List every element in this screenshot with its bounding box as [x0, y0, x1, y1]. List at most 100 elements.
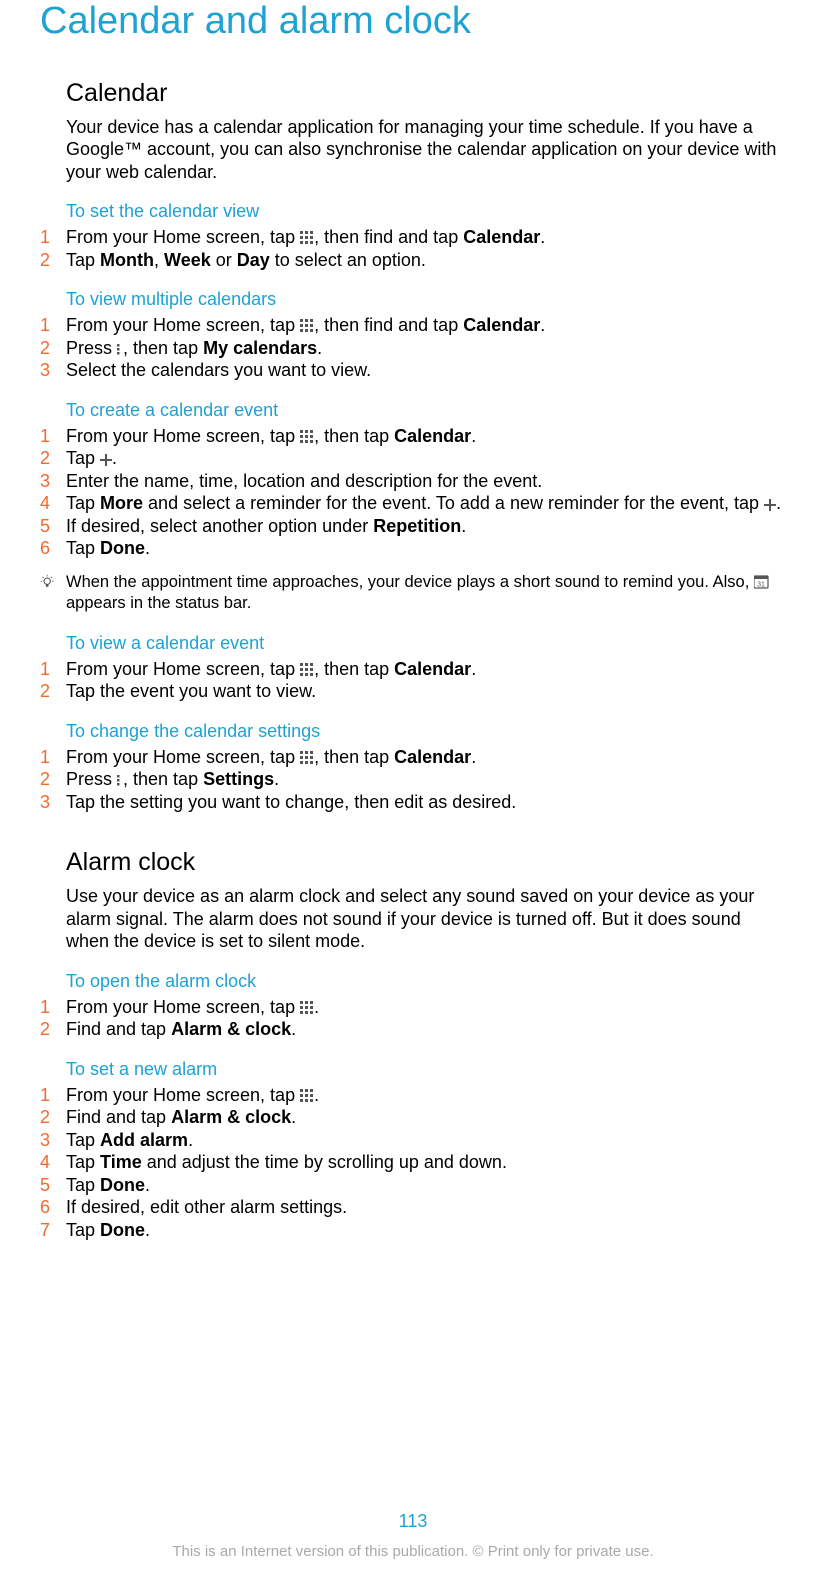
- text: .: [776, 493, 781, 513]
- step-number: 4: [40, 1151, 66, 1174]
- step-body: Tap .: [66, 447, 786, 470]
- apps-icon: [300, 663, 314, 677]
- tip: When the appointment time approaches, yo…: [66, 572, 786, 615]
- text: Tap: [66, 448, 100, 468]
- text: From your Home screen, tap: [66, 659, 300, 679]
- step: 1 From your Home screen, tap , then find…: [66, 314, 786, 337]
- steps-view-event: 1 From your Home screen, tap , then tap …: [66, 658, 786, 703]
- text: ,: [154, 250, 164, 270]
- text: From your Home screen, tap: [66, 747, 300, 767]
- plus-icon: [764, 499, 776, 511]
- step: 3 Select the calendars you want to view.: [66, 359, 786, 382]
- text: , then tap: [314, 747, 394, 767]
- step: 3 Tap the setting you want to change, th…: [66, 791, 786, 814]
- apps-icon: [300, 231, 314, 245]
- step-number: 1: [40, 1084, 66, 1107]
- step-number: 1: [40, 314, 66, 337]
- step-number: 2: [40, 1106, 66, 1129]
- text: appears in the status bar.: [66, 594, 251, 612]
- step-number: 2: [40, 680, 66, 703]
- step: 1 From your Home screen, tap , then find…: [66, 226, 786, 249]
- text-bold: Calendar: [394, 747, 471, 767]
- step-number: 3: [40, 359, 66, 382]
- step-body: From your Home screen, tap .: [66, 1084, 786, 1107]
- text: From your Home screen, tap: [66, 426, 300, 446]
- page: Calendar and alarm clock Calendar Your d…: [0, 0, 826, 1588]
- step-number: 6: [40, 1196, 66, 1219]
- apps-icon: [300, 751, 314, 765]
- subhead-view-event: To view a calendar event: [66, 633, 786, 654]
- text-bold: Month: [100, 250, 154, 270]
- text: Tap: [66, 538, 100, 558]
- text-bold: Alarm & clock: [171, 1019, 291, 1039]
- text-bold: Calendar: [394, 426, 471, 446]
- subhead-multi: To view multiple calendars: [66, 289, 786, 310]
- step-body: Tap Done.: [66, 1174, 786, 1197]
- step-number: 1: [40, 226, 66, 249]
- text-bold: Calendar: [463, 315, 540, 335]
- tip-body: When the appointment time approaches, yo…: [66, 572, 786, 615]
- page-title: Calendar and alarm clock: [40, 0, 786, 44]
- alarm-intro: Use your device as an alarm clock and se…: [66, 885, 786, 953]
- step: 6 If desired, edit other alarm settings.: [66, 1196, 786, 1219]
- text-bold: Alarm & clock: [171, 1107, 291, 1127]
- step: 4 Tap Time and adjust the time by scroll…: [66, 1151, 786, 1174]
- text-bold: Add alarm: [100, 1130, 188, 1150]
- steps-open-alarm: 1 From your Home screen, tap . 2 Find an…: [66, 996, 786, 1041]
- text: If desired, select another option under: [66, 516, 373, 536]
- step-number: 2: [40, 1018, 66, 1041]
- text: .: [471, 747, 476, 767]
- step-number: 2: [40, 249, 66, 272]
- text: From your Home screen, tap: [66, 997, 300, 1017]
- step-body: Tap Done.: [66, 537, 786, 560]
- lightbulb-icon: [40, 572, 66, 596]
- text: or: [211, 250, 237, 270]
- text: .: [291, 1107, 296, 1127]
- subhead-create: To create a calendar event: [66, 400, 786, 421]
- text-bold: Calendar: [394, 659, 471, 679]
- step-body: Tap Time and adjust the time by scrollin…: [66, 1151, 786, 1174]
- text-bold: Time: [100, 1152, 142, 1172]
- step: 2 Tap .: [66, 447, 786, 470]
- text-bold: Calendar: [463, 227, 540, 247]
- step: 5 Tap Done.: [66, 1174, 786, 1197]
- step-number: 4: [40, 492, 66, 515]
- text: .: [540, 315, 545, 335]
- section-alarm: Alarm clock: [66, 848, 786, 877]
- step-number: 2: [40, 337, 66, 360]
- steps-set-alarm: 1 From your Home screen, tap . 2 Find an…: [66, 1084, 786, 1242]
- step: 2 Press , then tap Settings.: [66, 768, 786, 791]
- apps-icon: [300, 1001, 314, 1015]
- text: From your Home screen, tap: [66, 315, 300, 335]
- text: Press: [66, 769, 117, 789]
- page-number: 113: [0, 1511, 826, 1532]
- text: .: [471, 659, 476, 679]
- step-body: From your Home screen, tap , then tap Ca…: [66, 658, 786, 681]
- steps-multi: 1 From your Home screen, tap , then find…: [66, 314, 786, 382]
- step-body: Press , then tap My calendars.: [66, 337, 786, 360]
- step-number: 5: [40, 1174, 66, 1197]
- apps-icon: [300, 430, 314, 444]
- step: 7 Tap Done.: [66, 1219, 786, 1242]
- text-bold: My calendars: [203, 338, 317, 358]
- step-body: Tap the event you want to view.: [66, 680, 786, 703]
- subhead-settings: To change the calendar settings: [66, 721, 786, 742]
- text: .: [461, 516, 466, 536]
- step-number: 1: [40, 425, 66, 448]
- step-number: 6: [40, 537, 66, 560]
- step-body: Press , then tap Settings.: [66, 768, 786, 791]
- text: .: [471, 426, 476, 446]
- text-bold: More: [100, 493, 143, 513]
- step-number: 3: [40, 791, 66, 814]
- step: 1 From your Home screen, tap .: [66, 1084, 786, 1107]
- plus-icon: [100, 454, 112, 466]
- subhead-set-alarm: To set a new alarm: [66, 1059, 786, 1080]
- text: Find and tap: [66, 1019, 171, 1039]
- text-bold: Day: [237, 250, 270, 270]
- text: and select a reminder for the event. To …: [143, 493, 764, 513]
- step-number: 3: [40, 470, 66, 493]
- text: .: [145, 538, 150, 558]
- step-number: 2: [40, 447, 66, 470]
- text: Tap: [66, 1175, 100, 1195]
- text: Find and tap: [66, 1107, 171, 1127]
